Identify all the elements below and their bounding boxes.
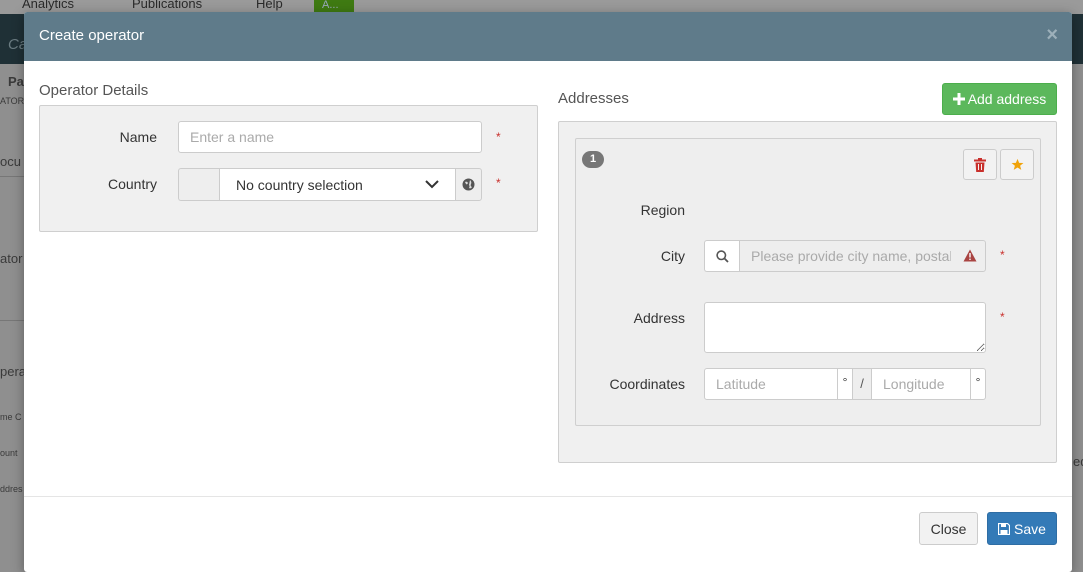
bg-nav-analytics: Analytics [22, 0, 75, 11]
country-select-value: No country selection [236, 176, 363, 193]
floppy-disk-icon [998, 522, 1011, 535]
globe-icon[interactable] [455, 168, 482, 201]
search-icon [704, 240, 740, 272]
coordinates-label: Coordinates [609, 376, 686, 392]
bg-side-text: ocu [0, 154, 21, 169]
region-label: Region [640, 202, 685, 218]
name-label: Name [119, 129, 157, 145]
bg-side-text: ddres [0, 484, 23, 494]
addresses-panel: 1 Region City * Address [558, 121, 1057, 463]
addresses-heading: Addresses [558, 90, 629, 107]
country-select[interactable]: No country selection [219, 168, 456, 201]
address-label: Address [633, 310, 685, 326]
country-label: Country [107, 176, 157, 192]
close-button-label: Close [930, 520, 967, 537]
operator-details-heading: Operator Details [39, 82, 149, 99]
required-marker: * [496, 176, 501, 190]
bg-side-text: pera [0, 364, 27, 379]
modal-footer-divider [24, 496, 1072, 497]
address-number-badge: 1 [582, 151, 604, 168]
bg-side-text: me C [0, 412, 22, 422]
required-marker: * [496, 130, 501, 144]
primary-address-button[interactable] [1000, 149, 1034, 180]
address-card: 1 Region City * Address [575, 138, 1041, 426]
star-icon [1011, 158, 1024, 171]
bg-nav-publications: Publications [132, 0, 203, 11]
bg-divider [0, 320, 24, 321]
longitude-degree-symbol: ° [971, 368, 986, 400]
chevron-down-icon [425, 180, 439, 189]
name-input[interactable] [178, 121, 482, 153]
country-flag-box [178, 168, 220, 201]
bg-side-text: ed [1073, 454, 1083, 469]
close-button[interactable]: Close [919, 512, 978, 545]
close-icon[interactable]: × [1046, 25, 1058, 45]
add-address-button[interactable]: Add address [942, 83, 1057, 115]
city-input[interactable] [739, 240, 986, 272]
bg-side-text: Pa [8, 74, 24, 89]
latitude-input[interactable] [704, 368, 838, 400]
city-label: City [660, 248, 685, 264]
save-button-label: Save [1014, 520, 1046, 537]
trash-icon [974, 157, 986, 172]
add-address-label: Add address [967, 91, 1047, 107]
bg-nav-help: Help [256, 0, 283, 11]
required-marker: * [1000, 248, 1005, 262]
latitude-degree-symbol: ° [838, 368, 852, 400]
warning-triangle-icon [963, 249, 977, 262]
bg-side-text: ator [0, 251, 23, 266]
modal-header: Create operator × [24, 12, 1072, 61]
required-marker: * [1000, 310, 1005, 324]
longitude-input[interactable] [871, 368, 971, 400]
plus-icon [952, 93, 965, 105]
bg-nav-green-badge: A... [314, 0, 354, 12]
bg-side-text: ount [0, 448, 18, 458]
operator-details-panel: Name * Country No country selection * [39, 105, 538, 232]
bg-divider [0, 176, 24, 177]
bg-side-text: ATOR [0, 96, 25, 106]
create-operator-modal: Create operator × Operator Details Name … [24, 12, 1072, 572]
delete-address-button[interactable] [963, 149, 997, 180]
address-textarea[interactable] [704, 302, 986, 353]
save-button[interactable]: Save [987, 512, 1057, 545]
modal-title: Create operator [39, 27, 145, 44]
coordinate-separator: / [852, 368, 872, 400]
